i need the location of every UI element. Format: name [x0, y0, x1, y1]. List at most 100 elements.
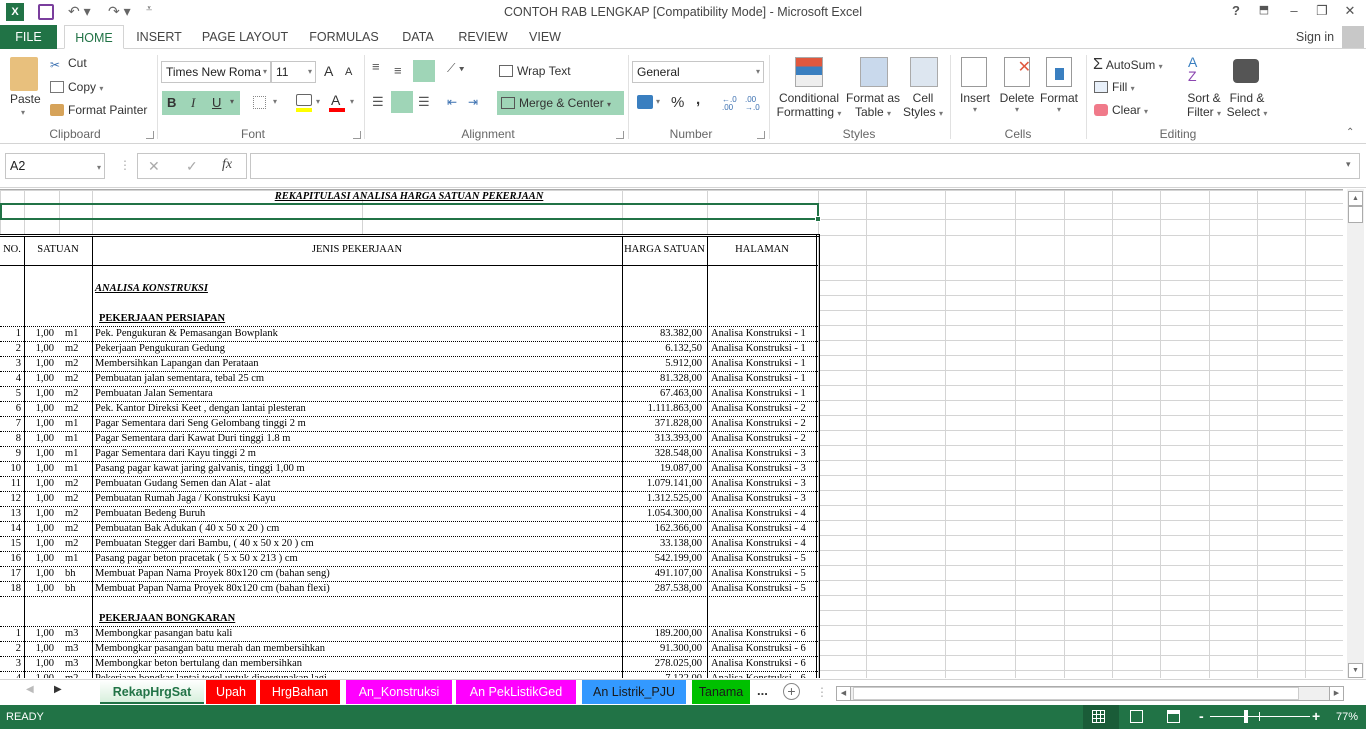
bongkaran-row-page[interactable]: Analisa Konstruksi - 6 — [711, 626, 816, 641]
persiapan-row-unit[interactable]: bh — [65, 581, 92, 596]
section-pekerjaan-bongkaran[interactable]: PEKERJAAN BONGKARAN — [99, 611, 399, 626]
help-icon[interactable]: ? — [1226, 3, 1246, 18]
format-cells-button[interactable]: Format ▾ — [1038, 91, 1080, 114]
persiapan-row-page[interactable]: Analisa Konstruksi - 3 — [711, 461, 816, 476]
bold-button[interactable]: B — [167, 95, 176, 110]
persiapan-row-desc[interactable]: Pembuatan Rumah Jaga / Konstruksi Kayu — [95, 491, 620, 506]
bongkaran-row-qty[interactable]: 1,00 — [24, 626, 54, 641]
bongkaran-row-unit[interactable]: m3 — [65, 626, 92, 641]
tab-insert[interactable]: INSERT — [132, 25, 186, 49]
persiapan-row-desc[interactable]: Pembuatan Gudang Semen dan Alat - alat — [95, 476, 620, 491]
persiapan-row-price[interactable]: 6.132,50 — [622, 341, 702, 356]
persiapan-row-price[interactable]: 5.912,00 — [622, 356, 702, 371]
persiapan-row-no[interactable]: 5 — [0, 386, 21, 401]
persiapan-row-no[interactable]: 3 — [0, 356, 21, 371]
align-center-icon[interactable] — [391, 91, 413, 113]
bongkaran-row-no[interactable]: 3 — [0, 656, 21, 671]
zoom-slider-thumb[interactable] — [1244, 710, 1249, 723]
grow-font-button[interactable]: A — [324, 63, 333, 79]
persiapan-row-no[interactable]: 17 — [0, 566, 22, 581]
prev-sheet-icon[interactable]: ◀ — [26, 684, 34, 695]
sheet-title[interactable]: REKAPITULASI ANALISA HARGA SATUAN PEKERJ… — [0, 190, 818, 203]
bongkaran-row-desc[interactable]: Membongkar pasangan batu merah dan membe… — [95, 641, 620, 656]
persiapan-row-qty[interactable]: 1,00 — [24, 341, 54, 356]
persiapan-row-desc[interactable]: Pembuatan Stegger dari Bambu, ( 40 x 50 … — [95, 536, 620, 551]
persiapan-row-price[interactable]: 328.548,00 — [622, 446, 702, 461]
persiapan-row-qty[interactable]: 1,00 — [24, 401, 54, 416]
bongkaran-row-page[interactable]: Analisa Konstruksi - 6 — [711, 671, 816, 678]
header-no[interactable]: NO. — [0, 242, 24, 257]
insert-function-icon[interactable]: fx — [222, 155, 232, 175]
formula-input[interactable] — [250, 153, 1360, 179]
normal-view-icon[interactable] — [1092, 710, 1105, 723]
persiapan-row-desc[interactable]: Pagar Sementara dari Seng Gelombang ting… — [95, 416, 620, 431]
sort-filter-icon[interactable]: AZ — [1188, 55, 1197, 83]
fill-handle[interactable] — [815, 216, 821, 222]
persiapan-row-page[interactable]: Analisa Konstruksi - 2 — [711, 416, 816, 431]
persiapan-row-unit[interactable]: m2 — [65, 491, 92, 506]
persiapan-row-qty[interactable]: 1,00 — [24, 431, 54, 446]
name-box[interactable]: A2 ▾ — [5, 153, 105, 179]
number-launcher-icon[interactable] — [757, 131, 765, 139]
persiapan-row-qty[interactable]: 1,00 — [24, 416, 54, 431]
bongkaran-row-page[interactable]: Analisa Konstruksi - 6 — [711, 641, 816, 656]
persiapan-row-price[interactable]: 1.054.300,00 — [622, 506, 702, 521]
middle-align-icon[interactable]: ≡ — [394, 63, 402, 78]
persiapan-row-qty[interactable]: 1,00 — [24, 581, 54, 596]
persiapan-row-desc[interactable]: Pembuatan Bak Adukan ( 40 x 50 x 20 ) cm — [95, 521, 620, 536]
bongkaran-row-desc[interactable]: Membongkar pasangan batu kali — [95, 626, 620, 641]
persiapan-row-desc[interactable]: Pekerjaan Pengukuran Gedung — [95, 341, 620, 356]
persiapan-row-no[interactable]: 8 — [0, 431, 21, 446]
paste-icon[interactable] — [10, 57, 38, 91]
persiapan-row-qty[interactable]: 1,00 — [24, 326, 54, 341]
persiapan-row-desc[interactable]: Membuat Papan Nama Proyek 80x120 cm (bah… — [95, 581, 620, 596]
persiapan-row-unit[interactable]: m1 — [65, 551, 92, 566]
confirm-entry-icon[interactable]: ✓ — [186, 156, 198, 176]
fill-color-icon[interactable] — [296, 94, 312, 106]
increase-decimal-icon[interactable]: ←.0.00 — [722, 96, 737, 112]
format-painter-button[interactable]: Format Painter — [50, 103, 147, 117]
persiapan-row-qty[interactable]: 1,00 — [24, 521, 54, 536]
persiapan-row-price[interactable]: 1.111.863,00 — [622, 401, 702, 416]
persiapan-row-no[interactable]: 6 — [0, 401, 21, 416]
persiapan-row-price[interactable]: 83.382,00 — [622, 326, 702, 341]
persiapan-row-unit[interactable]: m1 — [65, 416, 92, 431]
persiapan-row-price[interactable]: 81.328,00 — [622, 371, 702, 386]
persiapan-row-page[interactable]: Analisa Konstruksi - 2 — [711, 431, 816, 446]
persiapan-row-qty[interactable]: 1,00 — [24, 476, 54, 491]
persiapan-row-price[interactable]: 371.828,00 — [622, 416, 702, 431]
persiapan-row-page[interactable]: Analisa Konstruksi - 4 — [711, 521, 816, 536]
bongkaran-row-price[interactable]: 7.122,00 — [622, 671, 702, 678]
persiapan-row-price[interactable]: 542.199,00 — [622, 551, 702, 566]
underline-button[interactable]: U — [212, 95, 221, 110]
persiapan-row-qty[interactable]: 1,00 — [24, 491, 54, 506]
persiapan-row-qty[interactable]: 1,00 — [24, 506, 54, 521]
increase-indent-icon[interactable]: ⇥ — [468, 95, 478, 109]
shrink-font-button[interactable]: A — [345, 66, 352, 78]
persiapan-row-price[interactable]: 1.312.525,00 — [622, 491, 702, 506]
merge-center-button[interactable]: Merge & Center ▾ — [501, 96, 611, 110]
persiapan-row-price[interactable]: 162.366,00 — [622, 521, 702, 536]
paste-button[interactable]: Paste — [10, 92, 41, 106]
format-cells-icon[interactable] — [1046, 57, 1072, 87]
persiapan-row-page[interactable]: Analisa Konstruksi - 1 — [711, 326, 816, 341]
persiapan-row-page[interactable]: Analisa Konstruksi - 5 — [711, 566, 816, 581]
persiapan-row-desc[interactable]: Pasang pagar beton pracetak ( 5 x 50 x 2… — [95, 551, 620, 566]
sheet-tab-an-konstruksi[interactable]: An_Konstruksi — [346, 680, 452, 704]
borders-icon[interactable] — [253, 96, 266, 109]
persiapan-row-unit[interactable]: m1 — [65, 431, 92, 446]
section-analisa-konstruksi[interactable]: ANALISA KONSTRUKSI — [95, 281, 395, 296]
decrease-indent-icon[interactable]: ⇤ — [447, 95, 457, 109]
persiapan-row-price[interactable]: 67.463,00 — [622, 386, 702, 401]
cancel-entry-icon[interactable]: ✕ — [148, 156, 160, 176]
persiapan-row-page[interactable]: Analisa Konstruksi - 1 — [711, 386, 816, 401]
close-icon[interactable]: ✕ — [1340, 3, 1360, 19]
persiapan-row-qty[interactable]: 1,00 — [24, 446, 54, 461]
persiapan-row-unit[interactable]: m2 — [65, 521, 92, 536]
bongkaran-row-qty[interactable]: 1,00 — [24, 671, 54, 678]
number-format-combo[interactable]: General ▾ — [632, 61, 764, 83]
persiapan-row-no[interactable]: 18 — [0, 581, 22, 596]
persiapan-row-page[interactable]: Analisa Konstruksi - 1 — [711, 356, 816, 371]
header-jenis-pekerjaan[interactable]: JENIS PEKERJAAN — [92, 242, 622, 257]
bongkaran-row-unit[interactable]: m2 — [65, 671, 92, 678]
